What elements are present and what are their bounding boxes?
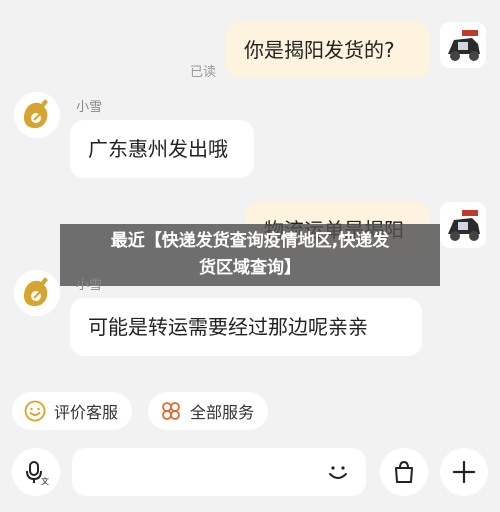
all-services-chip[interactable]: 全部服务 (148, 392, 269, 430)
more-button[interactable] (440, 448, 488, 496)
smile-icon (24, 400, 46, 422)
rate-service-chip[interactable]: 评价客服 (12, 392, 133, 430)
sender-name: 小雪 (76, 278, 103, 293)
shopping-bag-icon (395, 460, 413, 483)
user-avatar[interactable] (440, 202, 486, 248)
agent-logo-icon (14, 270, 60, 316)
chip-label: 全部服务 (190, 403, 255, 422)
message-bubble-mine[interactable]: 你是揭阳发货的? (226, 22, 430, 78)
banner-line: 货区域查询】 (199, 258, 301, 278)
grid-flower-icon (162, 402, 180, 420)
plus-icon (452, 460, 476, 484)
message-input[interactable] (72, 448, 366, 496)
sender-name: 小雪 (76, 100, 103, 115)
user-avatar[interactable] (440, 22, 486, 68)
banner-line: 最近【快递发货查询疫情地区,快递发 (110, 231, 390, 251)
emoji-button[interactable] (324, 458, 352, 486)
message-text: 可能是转运需要经过那边呢亲亲 (88, 315, 368, 339)
message-bubble-theirs[interactable]: 广东惠州发出哦 (70, 120, 254, 178)
svg-text:文: 文 (41, 476, 49, 485)
smile-face-icon (329, 466, 347, 479)
agent-avatar[interactable] (14, 92, 60, 138)
agent-logo-icon (14, 92, 60, 138)
car-avatar-icon (440, 202, 486, 248)
chip-label: 评价客服 (54, 403, 119, 422)
shop-button[interactable] (380, 448, 428, 496)
agent-avatar[interactable] (14, 270, 60, 316)
article-title-banner: 最近【快递发货查询疫情地区,快递发 货区域查询】 (60, 224, 440, 286)
car-avatar-icon (440, 22, 486, 68)
message-bubble-theirs[interactable]: 可能是转运需要经过那边呢亲亲 (70, 298, 422, 356)
microphone-icon: 文 (26, 461, 49, 485)
message-text: 你是揭阳发货的? (244, 38, 395, 62)
voice-button[interactable]: 文 (12, 448, 60, 496)
message-text: 广东惠州发出哦 (88, 137, 228, 161)
read-receipt: 已读 (190, 65, 217, 80)
